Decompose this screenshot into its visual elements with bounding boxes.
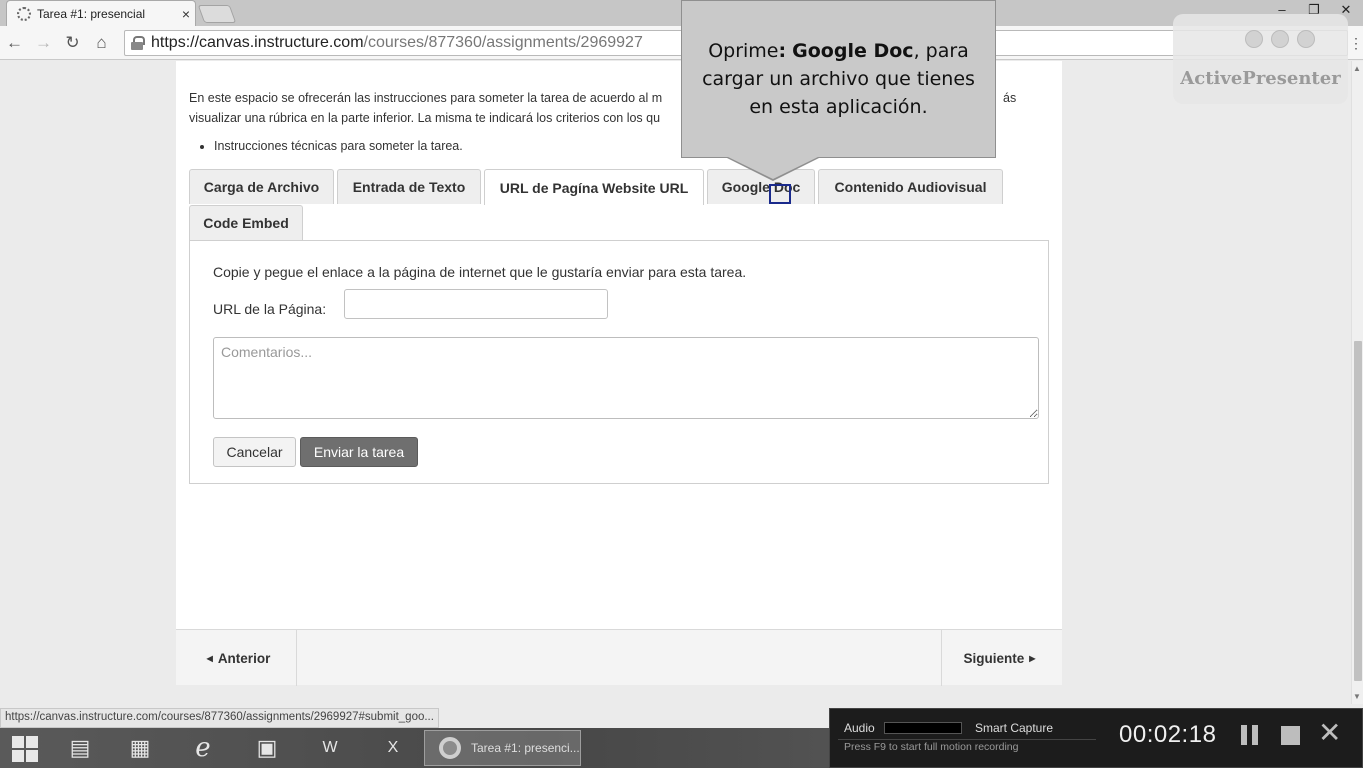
scrollbar-thumb[interactable] [1354, 341, 1362, 681]
internet-explorer-icon[interactable]: e [188, 733, 218, 763]
back-arrow-icon[interactable]: ← [0, 29, 29, 57]
recorder-mode: Smart Capture [975, 721, 1054, 735]
scroll-down-icon[interactable]: ▼ [1353, 692, 1361, 701]
caret-left-icon: ◀ [206, 653, 213, 663]
store-icon[interactable]: ▣ [252, 733, 282, 763]
browser-tab-title: Tarea #1: presencial [37, 6, 146, 21]
list-item: Instrucciones técnicas para someter la t… [214, 139, 463, 153]
taskbar-chrome-label: Tarea #1: presenci... [471, 741, 580, 755]
recorder-close-icon[interactable]: ✕ [1318, 718, 1341, 748]
callout-bold: Google Doc [792, 40, 914, 62]
status-bar-url: https://canvas.instructure.com/courses/8… [0, 708, 439, 728]
recorder-hint: Press F9 to start full motion recording [844, 741, 1019, 753]
audio-level-meter [884, 722, 962, 734]
next-label: Siguiente [963, 650, 1025, 666]
caret-right-icon: ▶ [1029, 653, 1036, 663]
next-link[interactable]: Siguiente ▶ [941, 630, 1062, 686]
tab-url-website[interactable]: URL de Pagína Website URL [484, 169, 704, 205]
watermark-icons [1245, 30, 1315, 48]
page-scrollbar[interactable]: ▲ ▼ [1351, 61, 1363, 704]
browser-tab-active[interactable]: Tarea #1: presencial × [6, 0, 196, 26]
click-highlight-marker [769, 184, 791, 204]
page-viewport: En este espacio se ofrecerán las instruc… [0, 61, 1351, 704]
url-submission-panel: Copie y pegue el enlace a la página de i… [189, 240, 1049, 484]
stop-icon[interactable] [1281, 726, 1300, 745]
hand-icon [1297, 30, 1315, 48]
excel-icon[interactable]: X [378, 733, 408, 763]
reload-icon[interactable]: ↻ [58, 29, 87, 57]
previous-label: Anterior [217, 650, 271, 666]
comments-textarea[interactable] [213, 337, 1039, 419]
url-path: /courses/877360/assignments/2969927 [363, 34, 643, 51]
tab-close-icon[interactable]: × [177, 6, 195, 22]
home-icon[interactable]: ⌂ [87, 29, 116, 57]
watermark-text: ActivePresenter [1180, 68, 1341, 89]
module-pager: ◀ Anterior Siguiente ▶ [176, 629, 1062, 686]
cancel-button[interactable]: Cancelar [213, 437, 296, 467]
instructions-line-1: En este espacio se ofrecerán las instruc… [189, 91, 663, 105]
submit-assignment-button[interactable]: Enviar la tarea [300, 437, 418, 467]
url-input[interactable] [344, 289, 608, 319]
tab-carga-de-archivo[interactable]: Carga de Archivo [189, 169, 334, 204]
activepresenter-watermark: ActivePresenter [1173, 14, 1348, 104]
url-host: https://canvas.instructure.com [151, 34, 364, 51]
lock-icon [131, 36, 145, 50]
tab-code-embed[interactable]: Code Embed [189, 205, 303, 240]
callout-text: Oprime: Google Doc, para cargar un archi… [696, 37, 981, 121]
forward-arrow-icon[interactable]: → [29, 29, 58, 57]
app-grid-icon[interactable]: ▦ [125, 733, 155, 763]
url-field-label: URL de la Página: [213, 301, 327, 317]
recorder-audio-label: Audio [844, 721, 875, 735]
tab-contenido-audiovisual[interactable]: Contenido Audiovisual [818, 169, 1003, 204]
new-tab-button[interactable] [197, 5, 237, 23]
taskbar-chrome-window[interactable]: Tarea #1: presenci... [424, 730, 581, 766]
recorder-divider [838, 739, 1096, 740]
callout-colon: : [778, 40, 787, 62]
instructions-line-1-end: ás [1003, 91, 1017, 105]
panel-description: Copie y pegue el enlace a la página de i… [213, 264, 747, 280]
chrome-icon [439, 737, 461, 759]
loading-spinner-icon [17, 6, 31, 21]
tab-entrada-de-texto[interactable]: Entrada de Texto [337, 169, 481, 204]
word-icon[interactable]: W [315, 733, 345, 763]
pause-icon[interactable] [1241, 725, 1259, 745]
scroll-up-icon[interactable]: ▲ [1353, 64, 1361, 73]
callout-pointer [728, 157, 818, 179]
file-explorer-icon[interactable]: ▤ [65, 733, 95, 763]
callout-prefix: Oprime [708, 40, 779, 62]
previous-link[interactable]: ◀ Anterior [176, 630, 297, 686]
browser-menu-icon[interactable]: ⋮ [1349, 35, 1363, 52]
lightbulb-icon [1271, 30, 1289, 48]
webcam-icon [1245, 30, 1263, 48]
recorder-timer: 00:02:18 [1119, 721, 1217, 748]
tutorial-callout: Oprime: Google Doc, para cargar un archi… [681, 0, 996, 158]
instructions-list: Instrucciones técnicas para someter la t… [214, 139, 463, 153]
windows-start-icon[interactable] [10, 733, 40, 763]
recorder-widget: Audio Smart Capture Press F9 to start fu… [829, 708, 1363, 768]
